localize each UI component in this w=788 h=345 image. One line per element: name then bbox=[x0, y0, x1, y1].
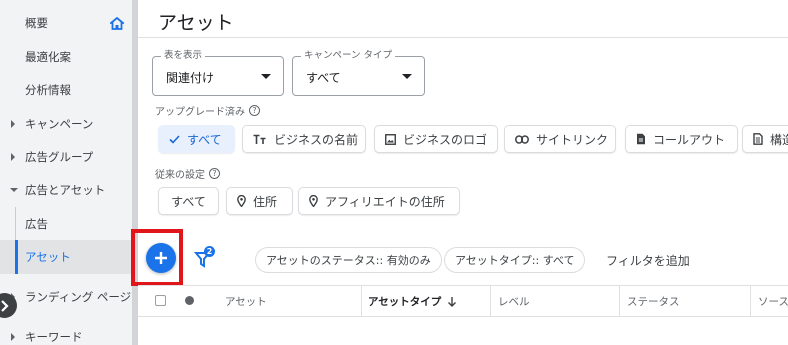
column-header-label: アセット bbox=[225, 295, 267, 308]
sidebar-item-ads[interactable]: 広告 bbox=[0, 207, 132, 241]
table-header-bottom-border bbox=[138, 316, 788, 317]
view-table-dropdown[interactable]: 表を表示 関連付け bbox=[152, 50, 284, 96]
column-header-asset[interactable]: アセット bbox=[225, 286, 267, 316]
sidebar-item-landing-pages[interactable]: ランディング ページ bbox=[0, 280, 132, 314]
sidebar-item-label: キャンペーン bbox=[25, 117, 94, 131]
dropdown-value: 関連付け bbox=[166, 71, 215, 85]
checkmark-icon bbox=[169, 134, 180, 144]
dropdown-label: 表を表示 bbox=[161, 50, 206, 62]
chip-affiliate-address[interactable]: アフィリエイトの住所 bbox=[298, 187, 460, 215]
column-header-level[interactable]: レベル bbox=[498, 286, 530, 316]
chip-upgraded-all[interactable]: すべて bbox=[158, 125, 235, 153]
chip-label: 住所 bbox=[253, 194, 278, 209]
sidebar-item-label: 概要 bbox=[25, 16, 48, 30]
chip-business-name[interactable]: ビジネスの名前 bbox=[242, 125, 366, 153]
filter-chip-label: アセットタイプ:: すべて bbox=[455, 254, 575, 267]
section-label-text: アップグレード済み bbox=[155, 107, 245, 118]
chip-label: サイトリンク bbox=[536, 132, 609, 147]
help-icon[interactable]: ? bbox=[249, 105, 260, 116]
add-filter-button[interactable]: フィルタを追加 bbox=[606, 252, 690, 269]
legacy-section-label: 従来の設定 ? bbox=[155, 166, 220, 181]
sidebar-item-label: キーワード bbox=[25, 330, 83, 344]
expand-arrow-icon bbox=[11, 120, 15, 128]
chip-label: すべて bbox=[187, 132, 222, 147]
chip-sitelink[interactable]: サイトリンク bbox=[504, 125, 616, 153]
column-separator bbox=[619, 286, 620, 316]
location-pin-icon bbox=[237, 195, 246, 207]
sidebar-item-label: アセット bbox=[25, 250, 71, 264]
filter-chip-asset-type[interactable]: アセットタイプ:: すべて bbox=[444, 247, 586, 273]
home-icon bbox=[110, 17, 124, 30]
sort-descending-icon bbox=[448, 296, 457, 307]
page-title: アセット bbox=[158, 12, 234, 34]
expand-arrow-icon bbox=[11, 333, 15, 341]
sidebar-item-label: 広告とアセット bbox=[25, 183, 106, 197]
collapse-arrow-icon bbox=[10, 188, 18, 192]
title-divider bbox=[138, 37, 788, 38]
chip-label: 構造 bbox=[770, 132, 788, 147]
sidebar-item-ad-groups[interactable]: 広告グループ bbox=[0, 140, 132, 174]
chip-label: ビジネスのロゴ bbox=[403, 132, 488, 147]
expand-arrow-icon bbox=[11, 153, 15, 161]
highlight-annotation-box bbox=[131, 229, 183, 286]
document-icon bbox=[637, 133, 645, 145]
image-icon bbox=[385, 133, 396, 145]
column-separator bbox=[361, 286, 362, 316]
column-header-label: ソース bbox=[758, 295, 788, 308]
chip-legacy-all[interactable]: すべて bbox=[158, 187, 219, 215]
filter-chip-label: アセットのステータス:: 有効のみ bbox=[266, 254, 431, 267]
column-header-label: レベル bbox=[498, 295, 530, 308]
dropdown-arrow-icon bbox=[261, 74, 271, 79]
sidebar-item-recommendations[interactable]: 最適化案 bbox=[0, 40, 132, 74]
main-content: アセット 表を表示 関連付け キャンペーン タイプ すべて アップグレード済み … bbox=[131, 0, 788, 345]
chip-callout[interactable]: コールアウト bbox=[625, 125, 738, 153]
column-header-label: アセットタイプ bbox=[368, 295, 442, 308]
sidebar-item-overview[interactable]: 概要 bbox=[0, 6, 132, 40]
chip-label: アフィリエイトの住所 bbox=[325, 194, 445, 209]
chip-address[interactable]: 住所 bbox=[226, 187, 293, 215]
text-format-icon bbox=[253, 134, 266, 144]
column-header-source[interactable]: ソース bbox=[758, 286, 788, 316]
chip-label: すべて bbox=[171, 194, 206, 209]
column-separator bbox=[490, 286, 491, 316]
upgraded-section-label: アップグレード済み ? bbox=[155, 103, 260, 118]
chip-structured-snippet[interactable]: 構造 bbox=[742, 125, 788, 153]
column-header-label: ステータス bbox=[627, 295, 680, 308]
sidebar-item-label: 分析情報 bbox=[25, 83, 71, 97]
section-label-text: 従来の設定 bbox=[155, 170, 205, 181]
sidebar-item-label: ランディング ページ bbox=[25, 290, 132, 304]
chip-label: コールアウト bbox=[653, 132, 726, 147]
sidebar-item-campaigns[interactable]: キャンペーン bbox=[0, 107, 132, 141]
location-pin-icon bbox=[309, 195, 318, 207]
dropdown-arrow-icon bbox=[402, 74, 412, 79]
column-separator bbox=[750, 286, 751, 316]
sidebar-item-keywords[interactable]: キーワード bbox=[0, 320, 132, 345]
sidebar-item-label: 広告 bbox=[25, 217, 48, 231]
campaign-type-dropdown[interactable]: キャンペーン タイプ すべて bbox=[292, 50, 425, 96]
sidebar-item-assets[interactable]: アセット bbox=[0, 240, 132, 274]
link-icon bbox=[515, 134, 529, 144]
sidebar-item-insights[interactable]: 分析情報 bbox=[0, 73, 132, 107]
chip-label: ビジネスの名前 bbox=[274, 132, 359, 147]
help-icon[interactable]: ? bbox=[209, 168, 220, 179]
column-header-asset-type[interactable]: アセットタイプ bbox=[368, 286, 457, 316]
select-all-checkbox[interactable] bbox=[155, 295, 166, 306]
sidebar-item-ads-and-assets[interactable]: 広告とアセット bbox=[0, 173, 132, 207]
dropdown-value: すべて bbox=[306, 71, 341, 85]
dropdown-label: キャンペーン タイプ bbox=[301, 50, 396, 62]
column-header-status[interactable]: ステータス bbox=[627, 286, 680, 316]
chip-business-logo[interactable]: ビジネスのロゴ bbox=[374, 125, 498, 153]
sidebar: 概要 最適化案 分析情報 キャンペーン 広告グループ 広告とアセット 広告 アセ… bbox=[0, 0, 138, 345]
sidebar-item-label: 最適化案 bbox=[25, 50, 71, 64]
sidebar-item-label: 広告グループ bbox=[25, 150, 94, 164]
filter-chip-asset-status[interactable]: アセットのステータス:: 有効のみ bbox=[255, 247, 442, 273]
chevron-right-icon bbox=[0, 299, 9, 312]
filter-count-badge: 2 bbox=[204, 246, 215, 257]
status-dot-icon bbox=[185, 296, 194, 305]
list-document-icon bbox=[753, 133, 763, 145]
